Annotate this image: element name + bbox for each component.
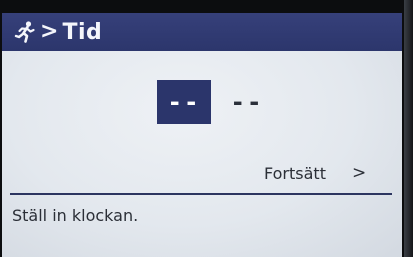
page-title: Tid <box>62 19 103 45</box>
device-bezel-right <box>404 0 413 257</box>
running-person-icon <box>12 19 38 45</box>
divider <box>10 193 392 195</box>
chevron-right-icon: > <box>351 163 367 183</box>
hours-field[interactable]: -- <box>157 80 211 124</box>
continue-label: Fortsätt <box>264 163 326 183</box>
device-bezel-top <box>0 0 413 13</box>
continue-button[interactable]: Fortsätt > <box>264 159 366 187</box>
breadcrumb-separator: > <box>40 19 59 44</box>
minutes-field[interactable]: -- <box>220 80 274 124</box>
display-screen: > Tid -- -- Fortsätt > Ställ in klockan. <box>2 13 402 257</box>
title-bar: > Tid <box>2 13 402 51</box>
status-message: Ställ in klockan. <box>12 206 139 225</box>
